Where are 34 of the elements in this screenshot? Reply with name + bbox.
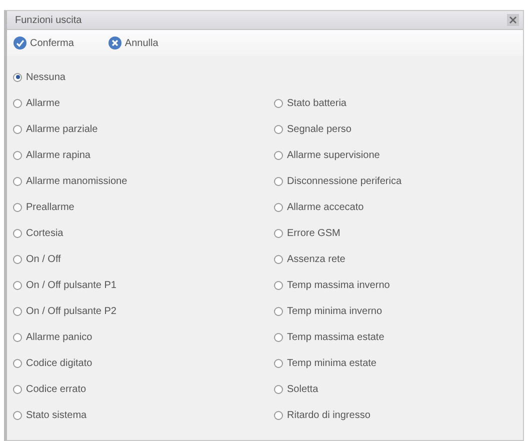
radio-option[interactable]: Codice errato [13,376,86,402]
radio-option[interactable]: Allarme panico [13,324,92,350]
cancel-icon [108,36,122,50]
radio-option[interactable]: Temp massima estate [274,324,384,350]
radio-option[interactable]: Codice digitato [13,350,92,376]
radio-option[interactable]: Assenza rete [274,246,346,272]
radio-option[interactable]: Errore GSM [274,220,340,246]
close-button[interactable] [507,14,519,26]
radio-option[interactable]: Ritardo di ingresso [274,402,370,428]
toolbar-button[interactable]: Conferma [13,36,74,50]
radio-option[interactable]: Allarme accecato [274,194,364,220]
radio-option[interactable]: Allarme rapina [13,142,90,168]
radio-option[interactable]: On / Off pulsante P2 [13,298,116,324]
close-icon [509,16,517,24]
toolbar-button[interactable]: Annulla [108,36,158,50]
radio-option[interactable]: Preallarme [13,194,74,220]
radio-option[interactable]: Temp minima estate [274,350,376,376]
radio-option[interactable]: Allarme [13,90,60,116]
radio-option[interactable]: On / Off [13,246,61,272]
radio-option[interactable]: Allarme manomissione [13,168,128,194]
radio-option[interactable]: Segnale perso [274,116,352,142]
radio-option[interactable]: Allarme supervisione [274,142,380,168]
window-title: Funzioni uscita [15,14,82,28]
radio-option[interactable]: Disconnessione periferica [274,168,402,194]
check-icon [13,36,27,50]
radio-option[interactable]: Stato batteria [274,90,346,116]
radio-option[interactable]: On / Off pulsante P1 [13,272,116,298]
radio-option[interactable]: Temp minima inverno [274,298,382,324]
radio-option[interactable]: Stato sistema [13,402,87,428]
radio-option[interactable]: Temp massima inverno [274,272,390,298]
radio-option[interactable]: Soletta [274,376,318,402]
radio-option[interactable]: Cortesia [13,220,64,246]
radio-option[interactable]: Allarme parziale [13,116,98,142]
radio-option[interactable]: Nessuna [13,64,66,90]
